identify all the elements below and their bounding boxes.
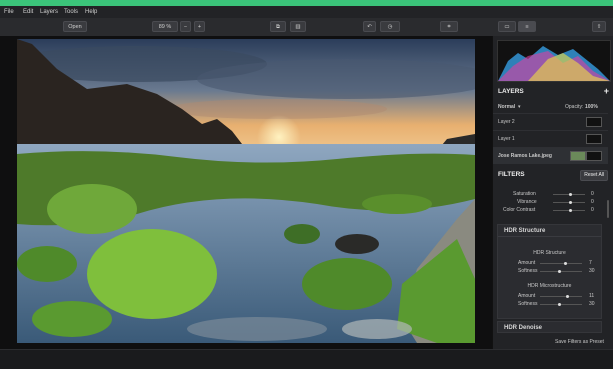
zoom-in-button[interactable]: + (194, 21, 205, 32)
layer-label: Layer 1 (498, 136, 515, 142)
undo-icon[interactable]: ↶ (363, 21, 376, 32)
hdr-structure-title[interactable]: HDR Structure (498, 225, 601, 237)
slider-value: 0 (591, 199, 594, 205)
menu-bar: File Edit Layers Tools Help (0, 6, 613, 18)
menu-file[interactable]: File (4, 6, 14, 18)
open-button[interactable]: Open (63, 21, 87, 32)
menu-help[interactable]: Help (85, 6, 97, 18)
blend-mode-select[interactable]: Normal (498, 102, 515, 112)
save-preset-link[interactable]: Save Filters as Preset (555, 339, 604, 345)
slider-knob[interactable] (569, 193, 572, 196)
share-icon[interactable]: ⇧ (592, 21, 606, 32)
compare-icon[interactable]: ⧉ (270, 21, 286, 32)
layer-thumbnail (570, 151, 586, 161)
photo-image (17, 39, 475, 343)
slider-knob[interactable] (558, 270, 561, 273)
right-panel: LAYERS + Normal ▾ Opacity: 100% Layer 2 … (492, 36, 613, 349)
slider-track[interactable] (540, 304, 582, 305)
slider-track[interactable] (540, 263, 582, 264)
slider-knob[interactable] (569, 201, 572, 204)
layers-mode-icon[interactable]: ≡ (518, 21, 536, 32)
menu-layers[interactable]: Layers (40, 6, 58, 18)
reset-all-button[interactable]: Reset All (580, 170, 608, 181)
layer-mask-thumbnail (586, 151, 602, 161)
filters-title: FILTERS (498, 171, 525, 178)
menu-edit[interactable]: Edit (23, 6, 33, 18)
layers-title: LAYERS (498, 88, 524, 95)
hdr-structure-group: HDR Structure HDR Structure Amount 7 Sof… (497, 224, 602, 319)
split-view-icon[interactable]: ▥ (290, 21, 306, 32)
history-icon[interactable]: ◷ (380, 21, 400, 32)
slider-label: Softness (518, 268, 538, 274)
layer-label: Layer 2 (498, 119, 515, 125)
status-bar (0, 349, 613, 369)
histogram (497, 40, 611, 82)
hdr-microstructure-subtitle: HDR Microstructure (527, 283, 572, 289)
slider-value: 11 (589, 293, 595, 299)
opacity-label: Opacity: (565, 104, 584, 110)
chevron-down-icon[interactable]: ▾ (518, 102, 521, 112)
slider-value: 7 (589, 260, 592, 266)
hdr-denoise-group[interactable]: HDR Denoise (497, 321, 602, 333)
panel-scrollbar[interactable] (607, 200, 609, 218)
zoom-select[interactable]: 89 % (152, 21, 178, 32)
hdr-denoise-title: HDR Denoise (504, 325, 543, 331)
toolbar: Open 89 % − + ⧉ ▥ ↶ ◷ ⌗ ▭ ≡ ⇧ (0, 18, 613, 37)
layer-options: Normal ▾ Opacity: 100% (493, 102, 613, 112)
layer-thumbnail (586, 134, 602, 144)
slider-value: 0 (591, 191, 594, 197)
slider-value: 30 (589, 301, 595, 307)
slider-track[interactable] (540, 296, 582, 297)
filters-header: FILTERS Reset All (493, 169, 613, 181)
layers-header: LAYERS + (493, 86, 613, 98)
slider-knob[interactable] (558, 303, 561, 306)
layer-item[interactable]: Layer 1 (493, 130, 608, 147)
plus-icon[interactable]: + (604, 86, 609, 97)
menu-tools[interactable]: Tools (64, 6, 78, 18)
hdr-structure-subtitle: HDR Structure (533, 250, 566, 256)
crop-icon[interactable]: ⌗ (440, 21, 458, 32)
slider-label: Softness (518, 301, 538, 307)
slider-track[interactable] (540, 271, 582, 272)
slider-label: Amount (518, 293, 536, 299)
slider-label: Color Contrast (503, 207, 536, 213)
zoom-out-button[interactable]: − (180, 21, 191, 32)
layer-thumbnail (586, 117, 602, 127)
image-canvas[interactable] (0, 36, 492, 349)
layer-item[interactable]: Layer 2 (493, 113, 608, 130)
slider-label: Amount (518, 260, 536, 266)
slider-label: Saturation (513, 191, 536, 197)
slider-knob[interactable] (569, 209, 572, 212)
slider-label: Vibrance (517, 199, 537, 205)
layer-label: Jose Ramos Lake.jpeg (498, 153, 552, 159)
opacity-value[interactable]: 100% (585, 102, 598, 112)
panel-toggle-icon[interactable]: ▭ (498, 21, 516, 32)
slider-value: 0 (591, 207, 594, 213)
slider-knob[interactable] (566, 295, 569, 298)
slider-value: 30 (589, 268, 595, 274)
slider-knob[interactable] (564, 262, 567, 265)
layer-item-selected[interactable]: Jose Ramos Lake.jpeg (493, 147, 608, 164)
